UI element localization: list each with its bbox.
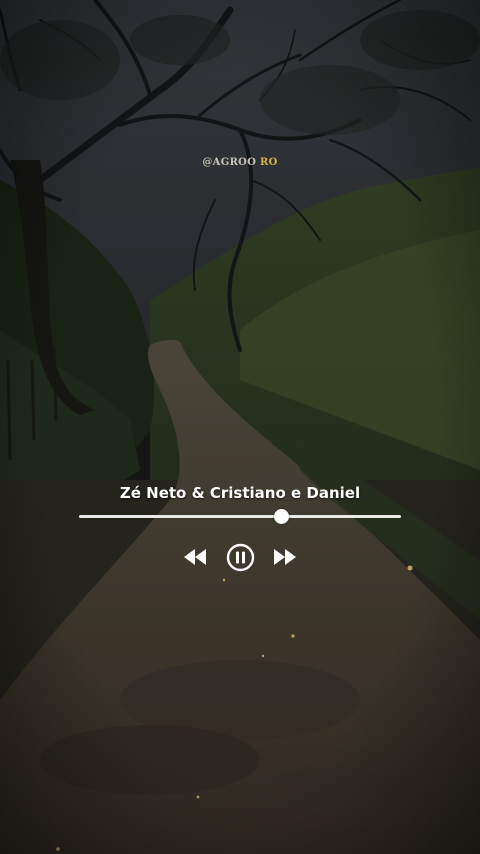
- pause-button[interactable]: [226, 543, 255, 572]
- fast-forward-icon: [274, 549, 296, 565]
- video-screen: @AGROO RO Zé Neto & Cristiano e Daniel: [0, 0, 480, 854]
- fast-forward-button[interactable]: [272, 546, 298, 568]
- rewind-icon: [184, 549, 206, 565]
- background-scene: [0, 0, 480, 854]
- rewind-button[interactable]: [182, 546, 208, 568]
- progress-bar[interactable]: [79, 515, 401, 518]
- watermark: @AGROO RO: [0, 157, 480, 168]
- watermark-handle: @AGROO: [202, 157, 257, 168]
- watermark-suffix: RO: [256, 157, 278, 168]
- pause-circle-icon: [226, 543, 255, 572]
- track-title: Zé Neto & Cristiano e Daniel: [119, 484, 361, 502]
